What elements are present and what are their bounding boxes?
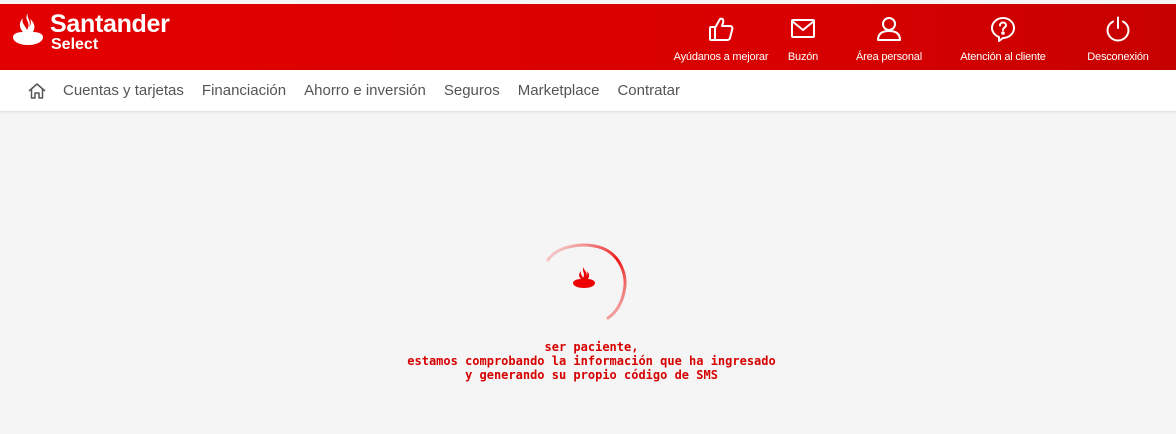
spinner-flame-icon xyxy=(573,267,595,288)
mail-icon xyxy=(791,19,815,38)
loading-message: ser paciente, estamos comprobando la inf… xyxy=(0,340,1176,382)
power-icon xyxy=(1106,16,1130,42)
loading-line-2: estamos comprobando la información que h… xyxy=(407,354,776,368)
flame-logo-icon xyxy=(13,13,43,45)
brand-name: Santander xyxy=(50,10,170,38)
loading-line-1: ser paciente, xyxy=(544,340,639,354)
mailbox-button[interactable]: Buzón xyxy=(777,4,829,70)
main-nav: Cuentas y tarjetas Financiación Ahorro e… xyxy=(0,70,1176,112)
top-header: Santander Select Ayúdanos a mejorar Buzó… xyxy=(0,4,1176,70)
personal-area-label: Área personal xyxy=(856,51,922,63)
nav-item-insurance[interactable]: Seguros xyxy=(444,82,500,99)
loading-spinner xyxy=(546,243,627,320)
home-icon[interactable] xyxy=(27,81,47,101)
customer-service-label: Atención al cliente xyxy=(960,51,1046,63)
logout-label: Desconexión xyxy=(1087,51,1149,63)
nav-item-savings-investment[interactable]: Ahorro e inversión xyxy=(304,82,426,99)
logout-button[interactable]: Desconexión xyxy=(1073,4,1163,70)
customer-service-button[interactable]: Atención al cliente xyxy=(949,4,1057,70)
personal-area-button[interactable]: Área personal xyxy=(843,4,935,70)
user-icon xyxy=(877,17,901,41)
loading-line-3: y generando su propio código de SMS xyxy=(465,368,718,382)
nav-item-financing[interactable]: Financiación xyxy=(202,82,286,99)
brand-sub: Select xyxy=(51,36,99,53)
mailbox-label: Buzón xyxy=(787,51,819,63)
feedback-button[interactable]: Ayúdanos a mejorar xyxy=(673,4,769,70)
thumbs-up-icon xyxy=(709,17,734,41)
nav-item-contract[interactable]: Contratar xyxy=(617,82,680,99)
top-actions: Ayúdanos a mejorar Buzón Área personal A… xyxy=(673,4,1176,70)
help-icon xyxy=(991,17,1015,42)
nav-item-accounts-cards[interactable]: Cuentas y tarjetas xyxy=(63,82,184,99)
santander-logo[interactable]: Santander Select xyxy=(12,12,170,62)
feedback-label: Ayúdanos a mejorar xyxy=(673,51,769,63)
nav-item-marketplace[interactable]: Marketplace xyxy=(518,82,600,99)
